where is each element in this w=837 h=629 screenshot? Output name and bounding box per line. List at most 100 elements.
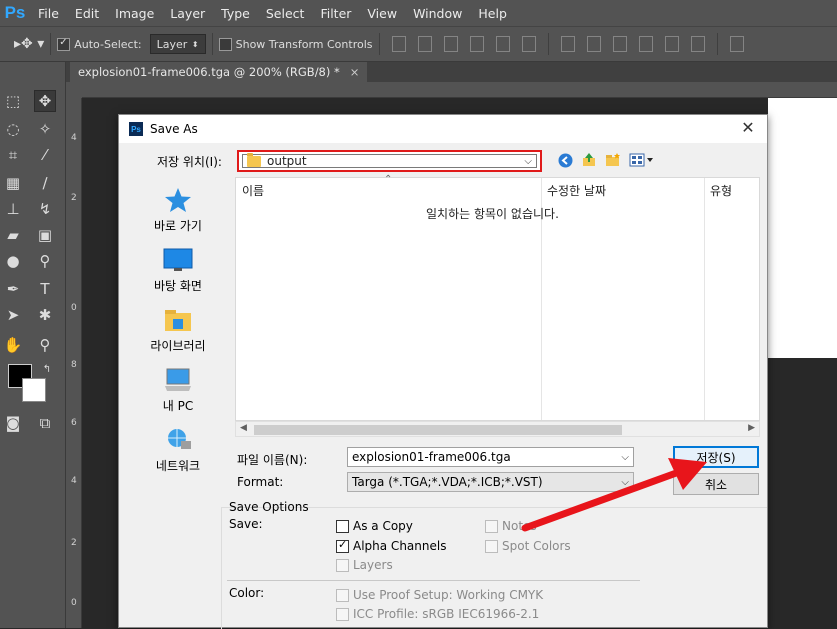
align-bottom-icon[interactable] — [443, 36, 458, 52]
quick-mask-icon[interactable]: ◙ — [2, 412, 24, 434]
close-tab-icon[interactable]: × — [350, 65, 360, 79]
screen-mode-icon[interactable]: ⧉ — [34, 412, 56, 434]
horizontal-scrollbar[interactable]: ◀ ▶ — [235, 421, 760, 437]
divider — [716, 33, 718, 55]
blur-tool-icon[interactable]: ● — [2, 250, 24, 272]
horizontal-ruler[interactable] — [82, 82, 837, 98]
distribute-right-icon[interactable] — [690, 36, 705, 52]
desktop-icon — [163, 247, 193, 273]
column-header-type[interactable]: 유형 — [710, 182, 732, 199]
column-header-name[interactable]: 이름 — [242, 182, 264, 199]
distribute-bottom-icon[interactable] — [612, 36, 627, 52]
save-as-dialog: Ps Save As ✕ 저장 위치(I): output ⌵ 바로 가기 바탕… — [118, 114, 768, 629]
dodge-tool-icon[interactable]: ⚲ — [34, 250, 56, 272]
ruler-origin[interactable] — [66, 82, 82, 98]
menu-type[interactable]: Type — [213, 6, 258, 21]
save-options-title: Save Options — [229, 500, 309, 514]
eraser-tool-icon[interactable]: ▰ — [2, 224, 24, 246]
align-left-icon[interactable] — [469, 36, 484, 52]
menu-window[interactable]: Window — [405, 6, 470, 21]
distribute-top-icon[interactable] — [560, 36, 575, 52]
vertical-ruler[interactable]: 4 2 0 8 6 4 2 0 — [66, 98, 82, 628]
auto-select-checkbox[interactable] — [57, 37, 71, 51]
chevron-down-icon[interactable]: ⌵ — [621, 452, 629, 463]
cancel-button[interactable]: 취소 — [673, 473, 759, 495]
document-tab[interactable]: explosion01-frame006.tga @ 200% (RGB/8) … — [70, 62, 368, 82]
scrollbar-thumb[interactable] — [254, 425, 622, 435]
view-menu-icon[interactable] — [629, 152, 655, 168]
background-color-swatch[interactable] — [22, 378, 46, 402]
format-label: Format: — [237, 475, 284, 489]
alpha-channels-checkbox[interactable] — [336, 538, 349, 553]
brush-tool-icon[interactable]: ∕ — [34, 172, 56, 194]
column-divider[interactable] — [704, 178, 705, 420]
distribute-left-icon[interactable] — [638, 36, 653, 52]
as-a-copy-checkbox[interactable] — [336, 519, 349, 533]
crop-tool-icon[interactable]: ⌗ — [2, 144, 24, 166]
places-bar: 바로 가기 바탕 화면 라이브러리 내 PC 네트워크 — [125, 177, 231, 477]
ruler-mark: 2 — [71, 538, 77, 548]
menu-view[interactable]: View — [359, 6, 405, 21]
place-network[interactable]: 네트워크 — [125, 427, 231, 474]
auto-align-icon[interactable] — [729, 36, 744, 52]
path-selection-tool-icon[interactable]: ➤ — [2, 304, 24, 326]
menu-help[interactable]: Help — [470, 6, 515, 21]
up-folder-icon[interactable] — [581, 152, 597, 168]
alpha-channels-option[interactable]: Alpha Channels — [336, 538, 446, 553]
type-tool-icon[interactable]: T — [34, 278, 56, 300]
menu-file[interactable]: File — [30, 6, 67, 21]
place-desktop[interactable]: 바탕 화면 — [125, 247, 231, 294]
layers-label: Layers — [353, 558, 393, 572]
eyedropper-tool-icon[interactable]: ⁄ — [34, 144, 56, 166]
place-quick-access[interactable]: 바로 가기 — [125, 187, 231, 234]
move-tool-icon[interactable]: ▸✥ ▾ — [14, 36, 44, 52]
file-list[interactable]: ⌃ 이름 수정한 날짜 유형 일치하는 항목이 없습니다. — [235, 174, 760, 421]
gradient-tool-icon[interactable]: ▣ — [34, 224, 56, 246]
swap-colors-icon[interactable]: ↰ — [36, 358, 58, 380]
align-vcenter-icon[interactable] — [417, 36, 432, 52]
auto-select-target-dropdown[interactable]: Layer ⬍ — [149, 34, 206, 54]
close-icon[interactable]: ✕ — [737, 118, 759, 137]
shape-tool-icon[interactable]: ✱ — [34, 304, 56, 326]
zoom-tool-icon[interactable]: ⚲ — [34, 334, 56, 356]
marquee-tool-icon[interactable]: ⬚ — [2, 90, 24, 112]
distribute-hcenter-icon[interactable] — [664, 36, 679, 52]
magic-wand-tool-icon[interactable]: ✧ — [34, 118, 56, 140]
place-library[interactable]: 라이브러리 — [125, 307, 231, 354]
menu-layer[interactable]: Layer — [162, 6, 213, 21]
pen-tool-icon[interactable]: ✒ — [2, 278, 24, 300]
clone-stamp-tool-icon[interactable]: ⊥ — [2, 198, 24, 220]
spot-colors-option: Spot Colors — [485, 539, 571, 553]
align-right-icon[interactable] — [521, 36, 536, 52]
distribute-vcenter-icon[interactable] — [586, 36, 601, 52]
history-brush-tool-icon[interactable]: ↯ — [34, 198, 56, 220]
ruler-mark: 0 — [71, 303, 77, 313]
save-location-dropdown[interactable]: output ⌵ — [237, 150, 542, 172]
place-label: 네트워크 — [155, 459, 201, 473]
align-hcenter-icon[interactable] — [495, 36, 510, 52]
save-button[interactable]: 저장(S) — [673, 446, 759, 468]
new-folder-icon[interactable] — [605, 152, 621, 168]
document-canvas[interactable] — [768, 98, 837, 358]
healing-brush-tool-icon[interactable]: ▦ — [2, 172, 24, 194]
dialog-title-bar[interactable]: Ps Save As ✕ — [119, 115, 767, 143]
menu-image[interactable]: Image — [107, 6, 162, 21]
menu-edit[interactable]: Edit — [67, 6, 107, 21]
show-transform-checkbox[interactable] — [218, 37, 232, 51]
lasso-tool-icon[interactable]: ◌ — [2, 118, 24, 140]
as-a-copy-option[interactable]: As a Copy — [336, 519, 413, 533]
back-icon[interactable] — [557, 152, 573, 168]
menu-select[interactable]: Select — [258, 6, 313, 21]
proof-setup-label: Use Proof Setup: Working CMYK — [353, 588, 544, 602]
file-name-field[interactable]: explosion01-frame006.tga ⌵ — [347, 447, 634, 467]
column-header-date-modified[interactable]: 수정한 날짜 — [547, 182, 606, 199]
align-top-icon[interactable] — [391, 36, 406, 52]
scroll-right-icon[interactable]: ▶ — [748, 423, 755, 433]
scroll-left-icon[interactable]: ◀ — [240, 423, 247, 433]
format-dropdown[interactable]: Targa (*.TGA;*.VDA;*.ICB;*.VST) ⌵ — [347, 472, 634, 492]
divider — [378, 33, 380, 55]
place-this-pc[interactable]: 내 PC — [125, 367, 231, 414]
move-tool-icon[interactable]: ✥ — [34, 90, 56, 112]
menu-filter[interactable]: Filter — [312, 6, 359, 21]
hand-tool-icon[interactable]: ✋ — [2, 334, 24, 356]
